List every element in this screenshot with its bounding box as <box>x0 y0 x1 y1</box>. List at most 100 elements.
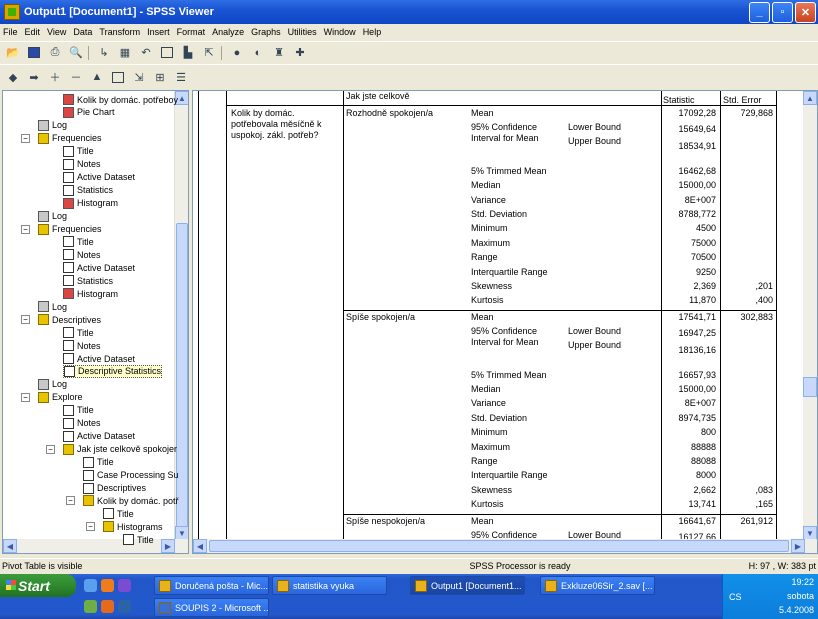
collapse-node-icon[interactable]: − <box>21 315 30 325</box>
menu-analyze[interactable]: Analyze <box>212 27 244 37</box>
outline-item[interactable]: Descriptives <box>38 313 101 326</box>
desktop-quicklaunch-icon[interactable] <box>118 600 131 613</box>
ie-quicklaunch-icon[interactable] <box>84 579 97 592</box>
outline-item[interactable]: Log <box>38 119 67 132</box>
outline-item[interactable]: Descriptives <box>83 482 146 495</box>
outline-item[interactable]: Title <box>63 404 94 417</box>
collapse-node-icon[interactable]: − <box>66 496 75 506</box>
outline-item[interactable]: Histograms <box>103 520 163 533</box>
output-content-pane[interactable]: Jak jste celkově Statistic Std. Error Kolik… <box>192 90 818 554</box>
menu-graphs[interactable]: Graphs <box>251 27 281 37</box>
menu-help[interactable]: Help <box>363 27 382 37</box>
outline-item[interactable]: Descriptive Statistics <box>63 364 163 378</box>
print-icon[interactable]: ⎙ <box>46 45 64 61</box>
app-quicklaunch-icon[interactable] <box>118 579 131 592</box>
outline-item[interactable]: Histogram <box>63 287 118 300</box>
collapse-node-icon[interactable]: − <box>21 133 30 143</box>
menu-edit[interactable]: Edit <box>25 27 41 37</box>
content-vertical-scrollbar[interactable]: ▲ ▼ <box>803 91 817 540</box>
collapse-node-icon[interactable]: − <box>21 224 30 234</box>
outline-item[interactable]: Pie Chart <box>63 106 115 119</box>
open-icon[interactable]: 📂 <box>4 45 22 61</box>
menu-utilities[interactable]: Utilities <box>288 27 317 37</box>
undo-icon[interactable]: ↶ <box>137 45 155 61</box>
insert-heading-icon[interactable]: ⇲ <box>130 69 148 85</box>
outline-pane[interactable]: ▲ ▼ ◀ ▶ Kolik by domác. potřeboy Pie Char… <box>2 90 189 554</box>
start-button[interactable]: Start <box>0 574 76 597</box>
outline-item[interactable]: Jak jste celkově spokojer <box>63 443 177 456</box>
scroll-right-icon[interactable]: ▶ <box>791 539 805 553</box>
outline-item[interactable]: Histogram <box>63 197 118 210</box>
outline-item[interactable]: Title <box>63 235 94 248</box>
outline-item[interactable]: Kolik by domác. potřeboy <box>63 93 178 106</box>
outline-item[interactable]: Title <box>123 533 154 546</box>
menu-transform[interactable]: Transform <box>99 27 140 37</box>
quicklaunch-icon-2[interactable] <box>84 600 97 613</box>
taskbar-outlook[interactable]: Doručená pošta - Mic... <box>154 576 269 595</box>
variables-icon[interactable]: ▙ <box>179 45 197 61</box>
outline-item[interactable]: Active Dataset <box>63 261 135 274</box>
outline-item[interactable]: Title <box>63 326 94 339</box>
content-hscroll-thumb[interactable] <box>209 540 789 552</box>
demote-icon[interactable]: ➡ <box>25 69 43 85</box>
language-indicator[interactable]: CS <box>729 592 742 602</box>
save-icon[interactable] <box>25 45 43 61</box>
collapse-node-icon[interactable]: − <box>21 392 30 402</box>
scroll-left-icon[interactable]: ◀ <box>3 539 17 553</box>
menu-insert[interactable]: Insert <box>147 27 170 37</box>
maximize-button[interactable]: ▫ <box>772 1 793 23</box>
insert-text-icon[interactable]: ☰ <box>172 69 190 85</box>
outline-item[interactable]: Log <box>38 378 67 391</box>
promote-icon[interactable]: ◆ <box>4 69 22 85</box>
collapse-node-icon[interactable]: − <box>46 444 55 454</box>
outline-item[interactable]: Statistics <box>63 184 113 197</box>
outline-item[interactable]: Notes <box>63 158 101 171</box>
outline-item[interactable]: Title <box>63 145 94 158</box>
hide-icon[interactable] <box>109 69 127 85</box>
insert-icon[interactable]: ✚ <box>291 45 309 61</box>
minimize-button[interactable]: _ <box>749 1 770 23</box>
taskbar-folder[interactable]: statistika vyuka <box>272 576 387 595</box>
outline-item[interactable]: Case Processing Su <box>83 469 179 482</box>
firefox-quicklaunch-icon[interactable] <box>101 600 114 613</box>
insert-title-icon[interactable]: ⊞ <box>151 69 169 85</box>
print-preview-icon[interactable]: 🔍 <box>67 45 85 61</box>
outline-item[interactable]: Statistics <box>63 274 113 287</box>
scroll-right-icon[interactable]: ▶ <box>161 539 175 553</box>
outline-item[interactable]: Explore <box>38 391 83 404</box>
spss-app-icon[interactable] <box>4 4 20 20</box>
outline-item[interactable]: Log <box>38 300 67 313</box>
menu-view[interactable]: View <box>47 27 66 37</box>
outline-item[interactable]: Log <box>38 210 67 223</box>
menu-window[interactable]: Window <box>324 27 356 37</box>
content-scroll-thumb[interactable] <box>803 377 817 397</box>
content-horizontal-scrollbar[interactable]: ◀ ▶ <box>193 539 817 553</box>
goto-data-icon[interactable] <box>158 45 176 61</box>
outline-item[interactable]: Kolik by domác. potř <box>83 494 179 507</box>
outline-item[interactable]: Notes <box>63 339 101 352</box>
export-icon[interactable]: ↳ <box>95 45 113 61</box>
outline-item[interactable]: Frequencies <box>38 223 102 236</box>
outline-horizontal-scrollbar[interactable]: ◀ ▶ <box>3 539 188 553</box>
taskbar-word[interactable]: SOUPIS 2 - Microsoft ... <box>154 598 269 617</box>
designate-window-icon[interactable]: ● <box>228 45 246 61</box>
clock-time[interactable]: 19:22 <box>791 577 814 587</box>
pointer-icon[interactable]: ⇱ <box>200 45 218 61</box>
outline-item[interactable]: Active Dataset <box>63 171 135 184</box>
scroll-up-icon[interactable]: ▲ <box>803 91 817 105</box>
outline-scroll-thumb[interactable] <box>176 223 188 541</box>
taskbar-spss-output[interactable]: Output1 [Document1... <box>410 576 525 595</box>
scroll-down-icon[interactable]: ▼ <box>803 526 817 540</box>
menu-format[interactable]: Format <box>177 27 206 37</box>
outline-item[interactable]: Notes <box>63 248 101 261</box>
recall-dialog-icon[interactable]: ▦ <box>116 45 134 61</box>
outline-item[interactable]: Title <box>83 456 114 469</box>
outline-item[interactable]: Notes <box>63 417 101 430</box>
outline-item[interactable]: Active Dataset <box>63 430 135 443</box>
show-icon[interactable]: ▲ <box>88 69 106 85</box>
select-cases-icon[interactable]: ◐ <box>249 45 267 61</box>
taskbar-spss-data[interactable]: Exkluze06Sir_2.sav [... <box>540 576 655 595</box>
scroll-down-icon[interactable]: ▼ <box>175 526 188 540</box>
close-button[interactable]: ✕ <box>795 1 816 23</box>
collapse-icon[interactable]: － <box>67 69 85 85</box>
